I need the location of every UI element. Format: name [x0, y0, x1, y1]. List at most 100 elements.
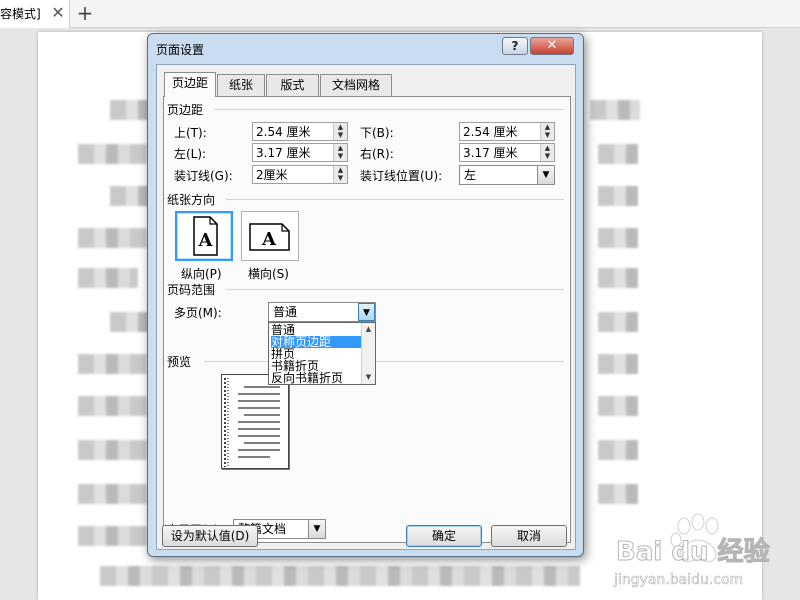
bottom-margin-value: 2.54 厘米 — [463, 125, 518, 139]
tab-paper[interactable]: 纸张 — [217, 74, 265, 96]
spin-up-icon[interactable]: ▲ — [334, 144, 347, 152]
left-margin-spinner[interactable]: 3.17 厘米 ▲ ▼ — [252, 143, 348, 162]
spin-down-icon[interactable]: ▼ — [334, 174, 347, 182]
gutter-position-label: 装订线位置(U): — [360, 169, 443, 183]
gutter-position-value: 左 — [464, 168, 477, 182]
right-margin-value: 3.17 厘米 — [463, 146, 518, 160]
spin-down-icon[interactable]: ▼ — [541, 152, 554, 160]
right-margin-spinner[interactable]: 3.17 厘米 ▲ ▼ — [459, 143, 555, 162]
spin-down-icon[interactable]: ▼ — [334, 131, 347, 139]
blurred-text-row — [110, 186, 150, 206]
multiple-pages-value: 普通 — [273, 305, 298, 319]
section-divider — [204, 361, 564, 362]
watermark-url: jingyan.baidu.com — [613, 572, 743, 588]
blurred-text-row — [78, 526, 148, 546]
section-divider — [226, 199, 564, 200]
top-margin-label: 上(T): — [174, 126, 207, 140]
gutter-position-select[interactable]: 左 ▼ — [459, 165, 555, 185]
dropdown-scrollbar[interactable]: ▲ ▼ — [361, 323, 375, 384]
portrait-page-icon: A — [193, 216, 218, 256]
blurred-text-row — [598, 440, 638, 460]
margins-section-title: 页边距 — [167, 101, 208, 118]
document-tab-label: 容模式] — [0, 7, 41, 21]
cancel-button[interactable]: 取消 — [491, 525, 567, 547]
multiple-pages-label: 多页(M): — [174, 306, 222, 320]
preview-lines-icon — [224, 378, 280, 467]
blurred-text-row — [598, 228, 638, 248]
new-tab-icon[interactable]: + — [76, 3, 94, 23]
blurred-text-row — [598, 186, 638, 206]
paw-logo-icon: Bai du 经验 jingyan.baidu.com — [613, 513, 770, 588]
scroll-down-icon[interactable]: ▼ — [362, 371, 375, 383]
blurred-text-row — [100, 566, 580, 586]
gutter-value: 2厘米 — [256, 168, 288, 182]
blurred-text-row — [598, 354, 638, 374]
set-as-default-button[interactable]: 设为默认值(D) — [162, 525, 258, 547]
section-divider — [226, 289, 564, 290]
spin-up-icon[interactable]: ▲ — [334, 166, 347, 174]
landscape-label: 横向(S) — [248, 267, 289, 281]
tab-margins[interactable]: 页边距 — [164, 72, 216, 97]
landscape-glyph: A — [261, 229, 277, 250]
blurred-text-row — [110, 312, 150, 332]
blurred-text-row — [78, 396, 148, 416]
right-margin-label: 右(R): — [360, 147, 394, 161]
landscape-button[interactable]: A — [241, 211, 299, 261]
left-margin-label: 左(L): — [174, 147, 207, 161]
chevron-down-icon[interactable]: ▼ — [358, 303, 375, 321]
dialog-title: 页面设置 — [156, 43, 205, 57]
spin-down-icon[interactable]: ▼ — [541, 131, 554, 139]
chevron-down-icon[interactable]: ▼ — [308, 520, 325, 538]
blurred-text-row — [78, 144, 148, 164]
blurred-text-row — [598, 484, 638, 504]
blurred-text-row — [598, 144, 638, 164]
portrait-button[interactable]: A — [175, 211, 233, 261]
section-divider — [214, 109, 564, 110]
tab-close-icon[interactable]: ✕ — [50, 4, 66, 22]
blurred-text-row — [598, 312, 638, 332]
top-margin-spinner[interactable]: 2.54 厘米 ▲ ▼ — [252, 122, 348, 141]
blurred-text-row — [598, 396, 638, 416]
close-button[interactable]: ✕ — [530, 37, 574, 55]
tab-bar: 容模式] ✕ + — [0, 0, 800, 28]
dialog-client: 页边距 纸张 版式 文档网格 页边距 上(T): 2.54 厘米 ▲ ▼ 下(B)… — [156, 64, 576, 550]
blurred-text-row — [78, 440, 148, 460]
page-setup-dialog: 页面设置 ? ✕ 页边距 纸张 版式 文档网格 页边距 上(T): 2.54 厘… — [147, 33, 584, 557]
scroll-up-icon[interactable]: ▲ — [362, 323, 375, 335]
tab-layout[interactable]: 版式 — [266, 74, 319, 96]
top-margin-value: 2.54 厘米 — [256, 125, 311, 139]
portrait-glyph: A — [198, 230, 214, 251]
pages-section-title: 页码范围 — [167, 281, 220, 298]
blurred-text-row — [78, 484, 148, 504]
spin-down-icon[interactable]: ▼ — [334, 152, 347, 160]
blurred-text-row — [110, 100, 150, 120]
chevron-down-icon[interactable]: ▼ — [537, 166, 554, 184]
gutter-spinner[interactable]: 2厘米 ▲ ▼ — [252, 165, 348, 184]
multiple-pages-select[interactable]: 普通 ▼ — [268, 302, 376, 322]
multiple-pages-dropdown: 普通 对称页边距 拼页 书籍折页 反向书籍折页 ▲ ▼ — [268, 322, 376, 385]
blurred-text-row — [598, 268, 638, 288]
blurred-text-row — [590, 100, 640, 120]
bottom-margin-spinner[interactable]: 2.54 厘米 ▲ ▼ — [459, 122, 555, 141]
blurred-text-row — [78, 268, 138, 288]
preview-page — [221, 374, 289, 469]
bottom-margin-label: 下(B): — [360, 126, 394, 140]
tab-doc-grid[interactable]: 文档网格 — [320, 74, 392, 96]
spin-up-icon[interactable]: ▲ — [334, 123, 347, 131]
dropdown-option-reverse-book-fold[interactable]: 反向书籍折页 — [271, 372, 361, 384]
spin-up-icon[interactable]: ▲ — [541, 123, 554, 131]
orientation-section-title: 纸张方向 — [167, 191, 220, 208]
preview-section-title: 预览 — [167, 353, 196, 370]
blurred-text-row — [78, 228, 148, 248]
spin-up-icon[interactable]: ▲ — [541, 144, 554, 152]
blurred-text-row — [78, 354, 148, 374]
help-button[interactable]: ? — [502, 37, 528, 55]
gutter-label: 装订线(G): — [174, 169, 233, 183]
ok-button[interactable]: 确定 — [406, 525, 482, 547]
watermark-brand: Bai du 经验 — [616, 536, 770, 567]
portrait-label: 纵向(P) — [181, 267, 222, 281]
tab-panel: 页边距 上(T): 2.54 厘米 ▲ ▼ 下(B): 2.54 厘米 ▲ ▼ 左(… — [163, 96, 571, 543]
baidu-watermark: Bai du 经验 jingyan.baidu.com — [612, 512, 792, 592]
left-margin-value: 3.17 厘米 — [256, 146, 311, 160]
landscape-page-icon: A — [249, 223, 290, 251]
